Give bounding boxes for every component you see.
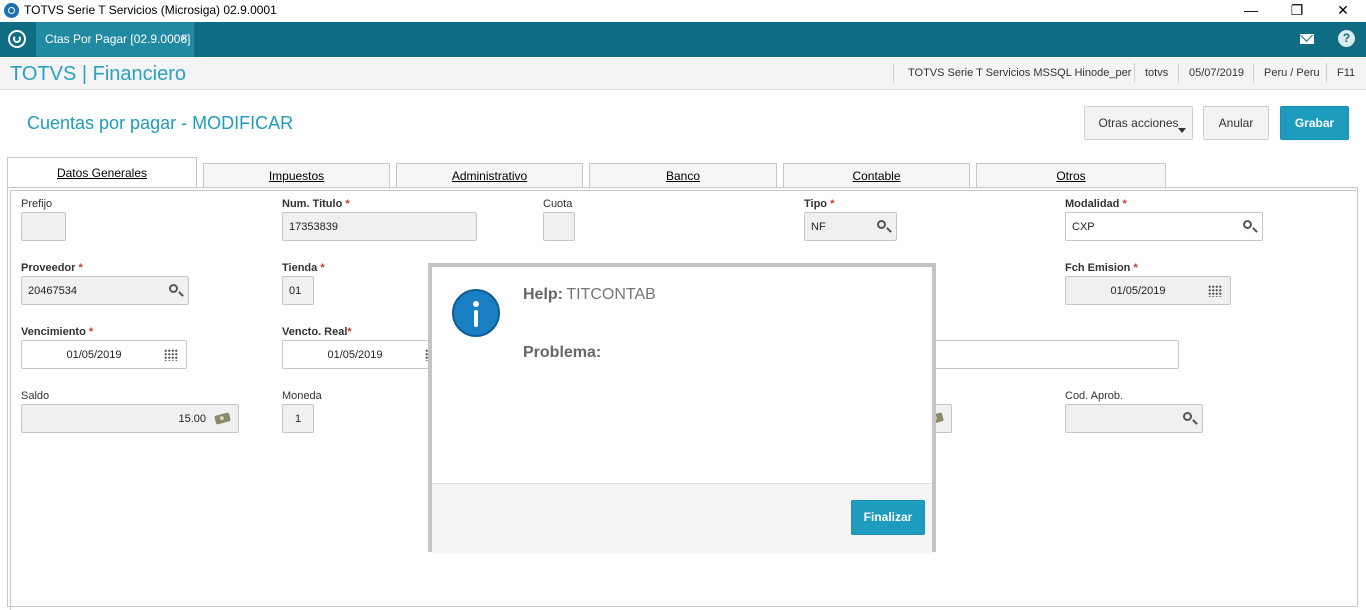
save-button[interactable]: Grabar (1280, 106, 1349, 140)
region-label[interactable]: Peru / Peru (1264, 67, 1320, 79)
moneda-field[interactable]: 1 (282, 404, 314, 433)
help-dialog: Help: TITCONTAB Problema: Finalizar (428, 263, 936, 553)
modalidad-field[interactable]: CXP (1065, 212, 1263, 241)
saldo-field[interactable]: 15.00 (21, 404, 239, 433)
window-title: TOTVS Serie T Servicios (Microsiga) 02.9… (24, 3, 277, 17)
info-icon (452, 289, 500, 337)
calendar-icon[interactable] (1208, 285, 1222, 297)
mail-icon[interactable] (1292, 28, 1322, 52)
restore-button[interactable]: ❐ (1274, 0, 1320, 22)
tienda-label: Tienda * (282, 262, 325, 274)
cancel-button[interactable]: Anular (1203, 106, 1269, 140)
cuota-field[interactable] (543, 212, 575, 241)
window-title-bar: TOTVS Serie T Servicios (Microsiga) 02.9… (0, 0, 1366, 22)
divider (1326, 63, 1327, 83)
environment-label[interactable]: TOTVS Serie T Servicios MSSQL Hinode_per (908, 67, 1131, 79)
divider (1134, 63, 1135, 83)
vencto-real-field[interactable]: 01/05/2019 (282, 340, 448, 369)
help-code: TITCONTAB (566, 286, 656, 303)
divider (1178, 63, 1179, 83)
app-header: TOTVS | Financiero TOTVS Serie T Servici… (0, 57, 1366, 90)
prefijo-label: Prefijo (21, 198, 53, 210)
tienda-field[interactable]: 01 (282, 276, 314, 305)
cod-aprob-field[interactable] (1065, 404, 1203, 433)
cod-aprob-label: Cod. Aprob. (1065, 390, 1124, 402)
tab-administrativo[interactable]: Administrativo (396, 163, 583, 187)
tab-ctas-por-pagar[interactable]: Ctas Por Pagar [02.9.0006] × (36, 22, 194, 57)
tab-impuestos[interactable]: Impuestos (203, 163, 390, 187)
moneda-label: Moneda (282, 390, 322, 402)
proveedor-label: Proveedor * (21, 262, 83, 274)
module-title: TOTVS | Financiero (10, 63, 186, 85)
vencimiento-label: Vencimiento * (21, 326, 94, 338)
tab-datos-generales[interactable]: Datos Generales (7, 157, 197, 188)
search-icon[interactable] (1243, 220, 1252, 229)
page-title: Cuentas por pagar - MODIFICAR (27, 113, 294, 133)
other-actions-label: Otras acciones (1098, 116, 1179, 130)
tipo-field[interactable]: NF (804, 212, 897, 241)
search-icon[interactable] (169, 284, 178, 293)
chevron-down-icon (1178, 128, 1186, 133)
vencto-real-label: Vencto. Real* (282, 326, 352, 338)
divider (893, 63, 894, 83)
user-label[interactable]: totvs (1145, 67, 1168, 79)
finalize-button[interactable]: Finalizar (851, 500, 925, 535)
tab-close-icon[interactable]: × (181, 31, 188, 45)
calendar-icon[interactable] (164, 349, 178, 361)
cuota-label: Cuota (543, 198, 573, 210)
app-tab-bar: Ctas Por Pagar [02.9.0006] × ? (0, 22, 1366, 57)
tab-contable[interactable]: Contable (783, 163, 970, 187)
help-label: Help: (523, 286, 563, 303)
help-heading: Help: TITCONTAB (523, 286, 656, 304)
saldo-label: Saldo (21, 390, 50, 402)
help-icon[interactable]: ? (1338, 30, 1355, 47)
shortcut-label[interactable]: F11 (1337, 67, 1355, 79)
dialog-footer: Finalizar (432, 483, 932, 553)
fch-emision-label: Fch Emision * (1065, 262, 1138, 274)
vencimiento-field[interactable]: 01/05/2019 (21, 340, 187, 369)
home-icon[interactable] (8, 30, 26, 48)
other-actions-button[interactable]: Otras acciones (1084, 106, 1193, 140)
tab-otros[interactable]: Otros (976, 163, 1166, 187)
tipo-label: Tipo * (804, 198, 835, 210)
app-logo-icon (4, 3, 19, 18)
date-label[interactable]: 05/07/2019 (1189, 67, 1244, 79)
search-icon[interactable] (877, 220, 886, 229)
proveedor-field[interactable]: 20467534 (21, 276, 189, 305)
tab-banco[interactable]: Banco (589, 163, 777, 187)
problem-label: Problema: (523, 344, 602, 361)
prefijo-field[interactable] (21, 212, 66, 241)
partially-hidden-field[interactable] (900, 340, 1179, 369)
close-window-button[interactable]: ✕ (1320, 0, 1366, 22)
num-titulo-label: Num. Titulo * (282, 198, 350, 210)
num-titulo-field[interactable]: 17353839 (282, 212, 477, 241)
search-icon[interactable] (1183, 412, 1192, 421)
money-icon[interactable] (214, 412, 231, 425)
modalidad-label: Modalidad * (1065, 198, 1127, 210)
minimize-button[interactable]: — (1228, 0, 1274, 22)
tab-label: Ctas Por Pagar [02.9.0006] (45, 32, 191, 46)
divider (1253, 63, 1254, 83)
fch-emision-field[interactable]: 01/05/2019 (1065, 276, 1231, 305)
